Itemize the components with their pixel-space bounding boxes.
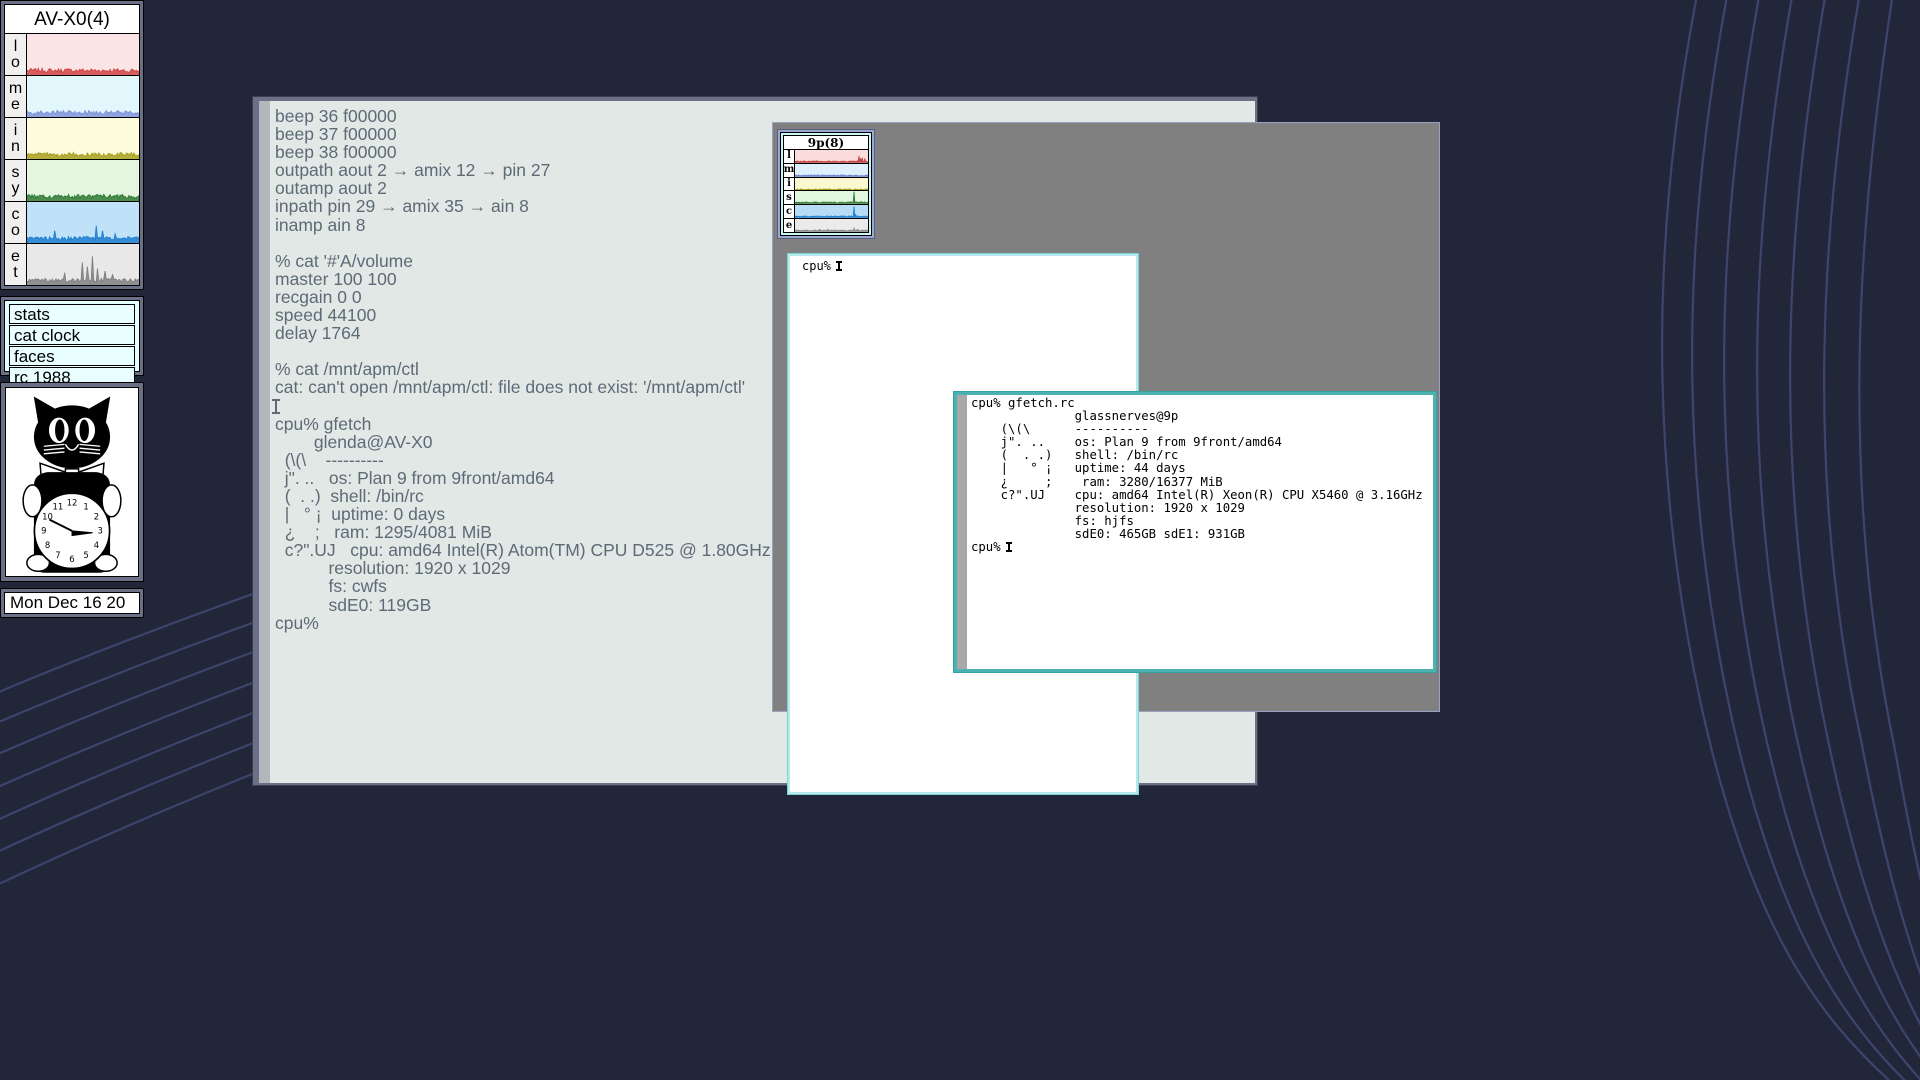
clock-numeral: 6 xyxy=(69,554,74,564)
command-item-label: cat clock xyxy=(14,326,81,345)
stats-row-label: sy xyxy=(5,160,27,201)
stats-row-graph xyxy=(27,76,139,117)
cat-clock-window[interactable]: 12 1 2 3 4 5 6 7 8 9 10 11 xyxy=(0,382,144,582)
date-window[interactable]: Mon Dec 16 20 xyxy=(0,588,144,618)
p9-stats-row-graph xyxy=(795,150,868,163)
nested-rio-desktop[interactable]: 9p(8) lmisce cpu% cpu% gfetch.rc glassne… xyxy=(772,122,1440,795)
stats-row-context: co xyxy=(5,202,139,244)
p9-stats-row-graph xyxy=(795,205,868,219)
empty-rc-prompt-text: cpu% xyxy=(802,259,839,273)
stats-row-graph xyxy=(27,244,139,285)
p9-stats-row-load: l xyxy=(784,150,868,164)
stats-row-intr: in xyxy=(5,118,139,160)
clock-numeral: 7 xyxy=(55,550,60,560)
stats-row-graph xyxy=(27,34,139,75)
command-item-stats[interactable]: stats xyxy=(9,304,135,324)
p9-stats-row-graph xyxy=(795,163,868,177)
text-cursor xyxy=(272,398,280,414)
stats-window-title: AV-X0(4) xyxy=(5,5,139,34)
p9-stats-row-graph xyxy=(795,177,868,191)
clock-numeral: 9 xyxy=(41,526,46,536)
p9-stats-row-context: c xyxy=(784,205,868,220)
stats-row-label: lo xyxy=(5,34,27,75)
stats-row-list: lomeinsycoet xyxy=(5,34,139,285)
gfetch-line: ( . .) shell: /bin/rc xyxy=(971,448,1179,463)
text-cursor xyxy=(1006,542,1013,553)
clock-numeral: 2 xyxy=(94,512,99,522)
p9-stats-body: 9p(8) lmisce xyxy=(780,132,872,236)
main-terminal-text-top: beep 36 f00000 beep 37 f00000 beep 38 f0… xyxy=(275,106,746,398)
stats-row-load: lo xyxy=(5,34,139,76)
empty-rc-scrollbar[interactable] xyxy=(790,256,799,792)
gfetch-line: sdE0: 465GB sdE1: 931GB xyxy=(971,526,1245,541)
clock-numeral: 5 xyxy=(83,550,88,560)
command-item-faces[interactable]: faces xyxy=(9,346,135,366)
text-cursor xyxy=(836,261,843,271)
command-list-body: statscat clockfacesrc 1988rio xyxy=(4,300,140,408)
empty-rc-prompt[interactable]: cpu% xyxy=(802,259,1134,273)
p9-stats-row-mem: m xyxy=(783,163,868,178)
clock-numeral: 12 xyxy=(67,498,78,508)
clock-numeral: 8 xyxy=(45,540,50,550)
stats-row-ether: et xyxy=(5,244,139,285)
gfetch-line: c?".UJ cpu: amd64 Intel(R) Xeon(R) CPU X… xyxy=(971,487,1423,502)
p9-stats-window[interactable]: 9p(8) lmisce xyxy=(777,129,875,239)
p9-stats-title: 9p(8) xyxy=(783,135,869,150)
stats-row-label: co xyxy=(5,202,27,243)
stats-row-graph xyxy=(27,118,139,159)
stats-row-mem: me xyxy=(5,76,139,118)
clock-numeral: 11 xyxy=(53,501,64,511)
p9-stats-row-label: i xyxy=(784,177,795,191)
gfetch-rc-scrollbar[interactable] xyxy=(957,395,967,669)
p9-stats-row-label: e xyxy=(784,219,795,232)
gfetch-command: cpu% gfetch.rc xyxy=(971,396,1075,410)
cat-clock-body: 12 1 2 3 4 5 6 7 8 9 10 11 xyxy=(5,387,139,577)
gfetch-line: | ° ¡ uptime: 44 days xyxy=(971,461,1186,476)
gfetch-line: j". .. os: Plan 9 from 9front/amd64 xyxy=(971,435,1282,450)
stats-row-label: me xyxy=(5,76,27,117)
command-list-window[interactable]: statscat clockfacesrc 1988rio xyxy=(0,296,144,408)
p9-stats-row-label: c xyxy=(784,205,795,219)
command-item-label: stats xyxy=(14,305,50,324)
stats-row-graph xyxy=(27,202,139,243)
stats-row-label: in xyxy=(5,118,27,159)
p9-stats-row-intr: i xyxy=(784,177,868,192)
gfetch-line: (\(\ ---------- xyxy=(971,422,1149,437)
p9-stats-row-label: m xyxy=(783,163,795,177)
clock-numeral: 1 xyxy=(83,501,88,511)
clock-numeral: 4 xyxy=(94,540,99,550)
command-item-cat-clock[interactable]: cat clock xyxy=(9,325,135,345)
p9-stats-row-syscall: s xyxy=(784,191,868,206)
stats-window[interactable]: AV-X0(4) lomeinsycoet xyxy=(0,0,144,290)
main-terminal-text-bottom: cpu% gfetch glenda@AV-X0 (\(\ ----------… xyxy=(275,413,771,633)
p9-stats-row-graph xyxy=(795,191,868,205)
clock-numeral: 3 xyxy=(98,526,103,536)
main-terminal-scrollbar[interactable] xyxy=(259,101,270,783)
p9-stats-row-label: l xyxy=(784,150,795,163)
gfetch-line: ¿ ; ram: 3280/16377 MiB xyxy=(971,474,1223,489)
stats-row-label: et xyxy=(5,244,27,285)
gfetch-line: fs: hjfs xyxy=(971,513,1134,528)
p9-stats-row-list: lmisce xyxy=(783,150,869,233)
gfetch-rc-body: cpu% gfetch.rc glassnerves@9p (\(\ -----… xyxy=(957,395,1433,669)
cat-clock-icon: 12 1234567891011 xyxy=(22,396,122,573)
gfetch-rc-window[interactable]: cpu% gfetch.rc glassnerves@9p (\(\ -----… xyxy=(953,391,1437,673)
command-item-label: faces xyxy=(14,347,55,366)
date-text: Mon Dec 16 20 xyxy=(4,592,140,614)
p9-stats-row-ether: e xyxy=(784,219,868,232)
gfetch-prompt: cpu% xyxy=(971,540,1009,555)
stats-window-body: AV-X0(4) lomeinsycoet xyxy=(4,4,140,286)
gfetch-line: glassnerves@9p xyxy=(971,409,1179,424)
p9-stats-row-label: s xyxy=(784,191,795,205)
stats-row-graph xyxy=(27,160,139,201)
p9-stats-row-graph xyxy=(795,219,868,232)
stats-row-syscall: sy xyxy=(5,160,139,202)
gfetch-line: resolution: 1920 x 1029 xyxy=(971,500,1245,515)
gfetch-rc-text[interactable]: cpu% gfetch.rc glassnerves@9p (\(\ -----… xyxy=(971,396,1431,555)
